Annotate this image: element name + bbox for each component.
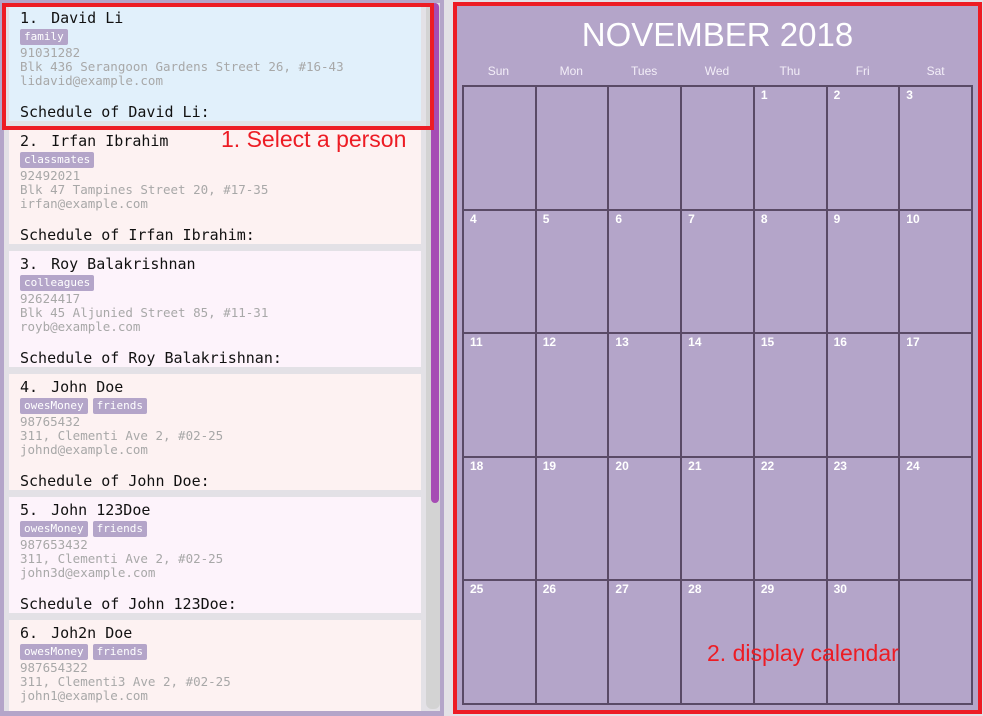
tag-list: owesMoney friends: [20, 644, 421, 660]
weekday-label: Wed: [704, 64, 730, 78]
person-email: royb@example.com: [20, 319, 141, 334]
calendar-empty-cell[interactable]: [681, 86, 754, 210]
person-index: 2.: [20, 132, 39, 150]
calendar-day-1[interactable]: 1: [753, 86, 827, 210]
tag-badge: friends: [92, 398, 147, 414]
calendar-month-title: NOVEMBER 2018: [581, 16, 854, 53]
person-phone: 987654322: [20, 660, 88, 675]
calendar-day-20[interactable]: 20: [608, 456, 682, 581]
person-name-text: Roy Balakrishnan: [51, 255, 196, 273]
calendar-day-3[interactable]: 3: [899, 86, 972, 210]
person-name-text: Joh2n Doe: [51, 624, 133, 642]
calendar-day-6[interactable]: 6: [608, 209, 682, 334]
calendar-day-24[interactable]: 24: [899, 456, 972, 581]
calendar-day-16[interactable]: 16: [826, 333, 900, 457]
calendar-panel: NOVEMBER 2018 Sun Mon Tues Wed Thu Fri Sat 123…: [453, 2, 982, 714]
tag-badge: friends: [92, 644, 147, 660]
person-email: irfan@example.com: [20, 196, 148, 211]
person-index: 3.: [20, 255, 39, 273]
person-phone: 92492021: [20, 168, 81, 183]
person-email: johnd@example.com: [20, 442, 148, 457]
person-name: 6. Joh2n Doe: [20, 624, 421, 643]
weekday-label: Sun: [487, 64, 510, 78]
person-index: 6.: [20, 624, 39, 642]
tag-badge: owesMoney: [20, 398, 88, 414]
calendar-day-21[interactable]: 21: [681, 456, 754, 581]
person-email: john3d@example.com: [20, 565, 156, 580]
person-address: 311, Clementi3 Ave 2, #02-25: [20, 674, 231, 689]
tag-badge: friends: [92, 521, 147, 537]
tag-list: classmates: [20, 152, 421, 168]
calendar-day-7[interactable]: 7: [681, 209, 754, 334]
weekday-label: Fri: [855, 64, 870, 78]
calendar-day-11[interactable]: 11: [463, 333, 536, 457]
person-card[interactable]: 5. John 123Doe owesMoney friends 987653432 31…: [9, 497, 421, 613]
tag-badge: colleagues: [20, 275, 95, 291]
person-name-text: John Doe: [51, 378, 124, 396]
calendar-day-2[interactable]: 2: [826, 86, 900, 210]
calendar-day-27[interactable]: 27: [608, 580, 682, 704]
schedule-label: Schedule of Irfan Ibrahim:: [20, 226, 255, 244]
person-name: 5. John 123Doe: [20, 501, 421, 520]
tag-badge: classmates: [20, 152, 95, 168]
person-index: 5.: [20, 501, 39, 519]
weekday-label: Tues: [631, 64, 658, 78]
person-name-text: Irfan Ibrahim: [51, 132, 169, 150]
person-name: 4. John Doe: [20, 378, 421, 397]
person-address: Blk 47 Tampines Street 20, #17-35: [20, 182, 269, 197]
calendar-empty-cell[interactable]: [608, 86, 682, 210]
tag-list: colleagues: [20, 275, 421, 291]
person-address: 311, Clementi Ave 2, #02-25: [20, 551, 224, 566]
calendar-day-14[interactable]: 14: [681, 333, 754, 457]
annotation-select-person: 1. Select a person: [221, 126, 407, 152]
calendar-day-23[interactable]: 23: [826, 456, 900, 581]
person-card[interactable]: 6. Joh2n Doe owesMoney friends 987654322 311,…: [9, 620, 421, 711]
schedule-label: Schedule of John Doe:: [20, 472, 210, 490]
calendar-empty-cell[interactable]: [535, 86, 609, 210]
person-card[interactable]: 4. John Doe owesMoney friends 98765432 311, C…: [9, 374, 421, 490]
calendar-day-18[interactable]: 18: [463, 456, 536, 581]
person-address: Blk 45 Aljunied Street 85, #11-31: [20, 305, 269, 320]
person-email: john1@example.com: [20, 688, 148, 703]
calendar-day-15[interactable]: 15: [753, 333, 827, 457]
tag-list: owesMoney friends: [20, 398, 421, 414]
calendar-day-13[interactable]: 13: [608, 333, 682, 457]
tag-badge: owesMoney: [20, 644, 88, 660]
calendar-empty-cell[interactable]: [899, 580, 972, 704]
calendar-day-25[interactable]: 25: [463, 580, 536, 704]
tag-list: owesMoney friends: [20, 521, 421, 537]
calendar-day-19[interactable]: 19: [535, 456, 609, 581]
weekday-header: Sun Mon Tues Wed Thu Fri Sat: [462, 64, 972, 78]
calendar-day-22[interactable]: 22: [753, 456, 827, 581]
calendar-grid: 1 2 3 4 5 6 7 8 9 10 11 12 13 14 15 16 17 18 19 20 21 22 23 24 2…: [462, 85, 973, 705]
calendar-day-9[interactable]: 9: [826, 209, 900, 334]
schedule-label: Schedule of John 123Doe:: [20, 595, 237, 613]
person-address: 311, Clementi Ave 2, #02-25: [20, 428, 224, 443]
person-name: 3. Roy Balakrishnan: [20, 255, 421, 274]
weekday-label: Thu: [779, 64, 801, 78]
person-phone: 987653432: [20, 537, 88, 552]
person-index: 4.: [20, 378, 39, 396]
calendar-empty-cell[interactable]: [463, 86, 536, 210]
selection-highlight-box: [2, 3, 434, 130]
person-name-text: John 123Doe: [51, 501, 151, 519]
weekday-label: Sat: [926, 64, 945, 78]
person-phone: 92624417: [20, 291, 81, 306]
calendar-day-26[interactable]: 26: [535, 580, 609, 704]
calendar-day-8[interactable]: 8: [753, 209, 827, 334]
tag-badge: owesMoney: [20, 521, 88, 537]
person-card[interactable]: 3. Roy Balakrishnan colleagues 92624417 Blk …: [9, 251, 421, 367]
schedule-label: Schedule of Roy Balakrishnan:: [20, 349, 282, 367]
annotation-display-calendar: 2. display calendar: [707, 640, 899, 666]
calendar-day-17[interactable]: 17: [899, 333, 972, 457]
weekday-label: Mon: [559, 64, 583, 78]
calendar-day-4[interactable]: 4: [463, 209, 536, 334]
calendar-day-5[interactable]: 5: [535, 209, 609, 334]
person-phone: 98765432: [20, 414, 81, 429]
calendar-day-12[interactable]: 12: [535, 333, 609, 457]
calendar-day-10[interactable]: 10: [899, 209, 972, 334]
